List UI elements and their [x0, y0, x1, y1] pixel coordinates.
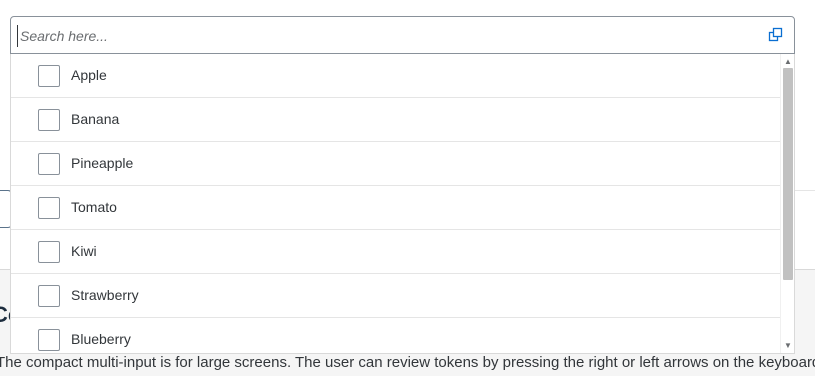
checkbox[interactable]: [38, 329, 60, 351]
checkbox[interactable]: [38, 109, 60, 131]
search-input[interactable]: [17, 25, 757, 47]
scrollbar[interactable]: ▲ ▼: [780, 54, 794, 353]
suggestions-list: Apple Banana Pineapple Tomato Kiwi Straw…: [11, 54, 782, 353]
list-item-label: Kiwi: [71, 243, 97, 259]
background-description: The compact multi-input is for large scr…: [0, 354, 815, 371]
list-item[interactable]: Banana: [11, 98, 782, 142]
checkbox[interactable]: [38, 241, 60, 263]
page: Co The compact multi-input is for large …: [0, 0, 815, 376]
list-item-label: Apple: [71, 67, 107, 83]
list-item[interactable]: Blueberry: [11, 318, 782, 353]
list-item[interactable]: Kiwi: [11, 230, 782, 274]
checkbox[interactable]: [38, 285, 60, 307]
search-field[interactable]: [10, 16, 795, 54]
checkbox[interactable]: [38, 65, 60, 87]
list-item-label: Pineapple: [71, 155, 134, 171]
value-help-icon[interactable]: [768, 27, 784, 43]
scrollbar-thumb[interactable]: [783, 68, 793, 280]
checkbox[interactable]: [38, 153, 60, 175]
suggestions-popover: Apple Banana Pineapple Tomato Kiwi Straw…: [10, 54, 795, 354]
checkbox[interactable]: [38, 197, 60, 219]
list-item[interactable]: Pineapple: [11, 142, 782, 186]
arrow-up-icon[interactable]: ▲: [781, 56, 794, 68]
list-item[interactable]: Tomato: [11, 186, 782, 230]
arrow-down-icon[interactable]: ▼: [781, 340, 794, 352]
list-item-label: Strawberry: [71, 287, 139, 303]
list-item-label: Tomato: [71, 199, 117, 215]
list-item-label: Blueberry: [71, 331, 131, 347]
list-item-label: Banana: [71, 111, 120, 127]
list-item[interactable]: Strawberry: [11, 274, 782, 318]
list-item[interactable]: Apple: [11, 54, 782, 98]
